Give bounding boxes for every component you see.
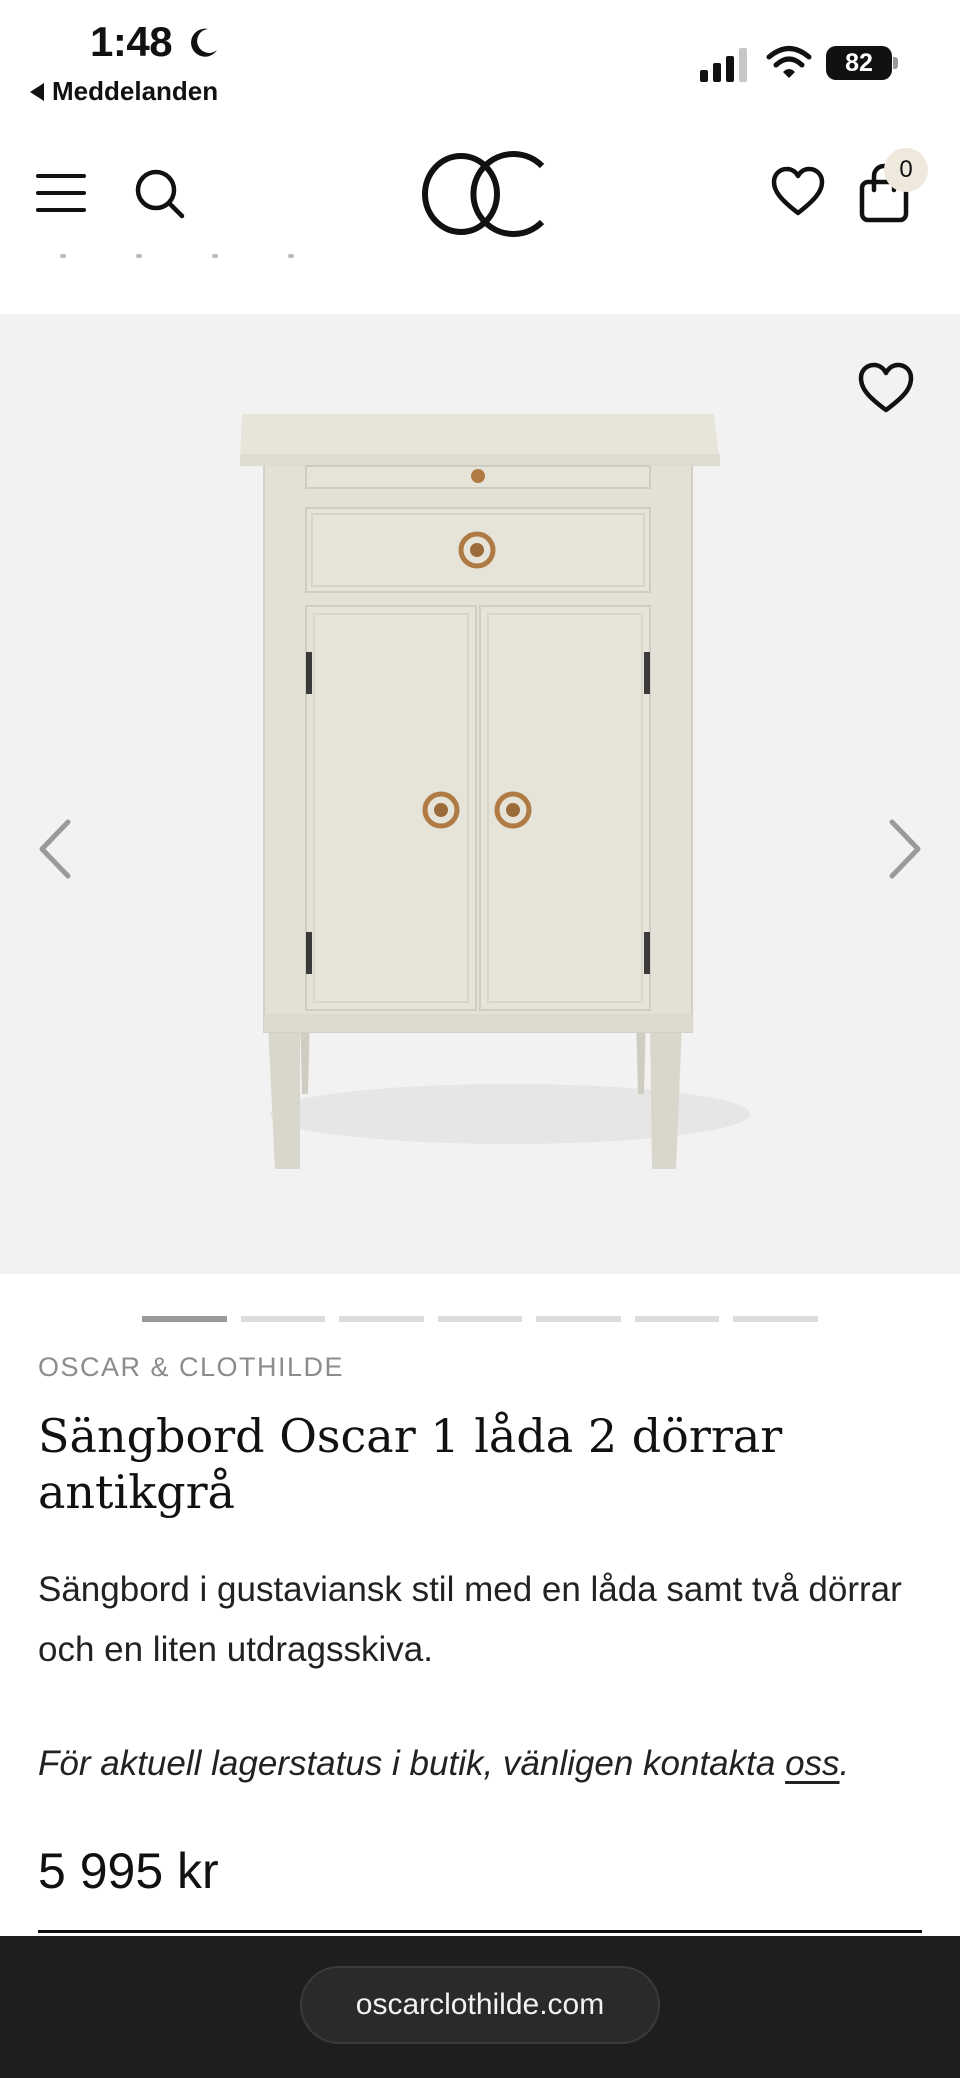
product-title: Sängbord Oscar 1 låda 2 dörrar antikgrå xyxy=(38,1409,783,1519)
back-to-app-link[interactable]: Meddelanden xyxy=(30,76,218,107)
site-logo[interactable]: OC xyxy=(418,144,548,244)
status-time: 1:48 xyxy=(90,18,173,65)
chevron-right-icon[interactable] xyxy=(880,814,930,884)
gallery-page-indicator[interactable] xyxy=(240,1316,326,1322)
stock-note-text: För aktuell lagerstatus i butik, vänlige… xyxy=(38,1744,786,1783)
stock-note: För aktuell lagerstatus i butik, vänlige… xyxy=(38,1734,938,1794)
menu-icon-line xyxy=(36,208,86,212)
breadcrumb xyxy=(60,254,480,270)
menu-icon-line xyxy=(36,174,86,178)
breadcrumb-fragment xyxy=(60,254,66,258)
battery-cap xyxy=(893,57,898,69)
back-triangle-icon xyxy=(30,82,44,101)
product-price: 5 995 kr xyxy=(38,1843,219,1899)
gallery-pagination xyxy=(142,1316,819,1324)
gallery-heart-icon[interactable] xyxy=(856,360,916,416)
site-header: OC xyxy=(0,120,960,250)
moon-icon xyxy=(191,28,217,57)
status-bar: 1:48 Meddelanden 82 xyxy=(0,0,960,120)
stock-note-end: . xyxy=(839,1744,850,1783)
menu-button[interactable] xyxy=(36,174,88,214)
gallery-page-indicator[interactable] xyxy=(634,1316,720,1322)
signal-icon xyxy=(700,48,747,82)
product-gallery[interactable] xyxy=(0,314,960,1274)
chevron-left-icon[interactable] xyxy=(30,814,80,884)
breadcrumb-fragment xyxy=(136,254,142,258)
wishlist-heart-icon[interactable] xyxy=(770,164,826,220)
product-description: Sängbord i gustaviansk stil med en låda … xyxy=(38,1570,902,1669)
breadcrumb-fragment xyxy=(288,254,294,258)
breadcrumb-fragment xyxy=(212,254,218,258)
product-image xyxy=(240,414,750,1169)
address-bar[interactable]: oscarclothilde.com xyxy=(300,1966,660,2044)
gallery-page-indicator[interactable] xyxy=(142,1316,227,1322)
gallery-page-indicator[interactable] xyxy=(536,1316,621,1322)
product-brand[interactable]: OSCAR & CLOTHILDE xyxy=(38,1352,344,1383)
battery-level: 82 xyxy=(826,46,892,80)
search-icon[interactable] xyxy=(132,166,188,222)
browser-toolbar: oscarclothilde.com xyxy=(0,1936,960,2078)
back-app-label: Meddelanden xyxy=(52,76,219,106)
logo-text: OC xyxy=(418,144,420,145)
wifi-icon xyxy=(766,46,812,78)
divider xyxy=(38,1930,922,1933)
battery-indicator: 82 xyxy=(826,46,898,80)
gallery-page-indicator[interactable] xyxy=(339,1316,424,1322)
contact-link[interactable]: oss xyxy=(785,1744,839,1783)
gallery-page-indicator[interactable] xyxy=(733,1316,819,1322)
cart-count-badge: 0 xyxy=(884,148,928,192)
menu-icon-line xyxy=(36,191,86,195)
gallery-page-indicator[interactable] xyxy=(437,1316,523,1322)
